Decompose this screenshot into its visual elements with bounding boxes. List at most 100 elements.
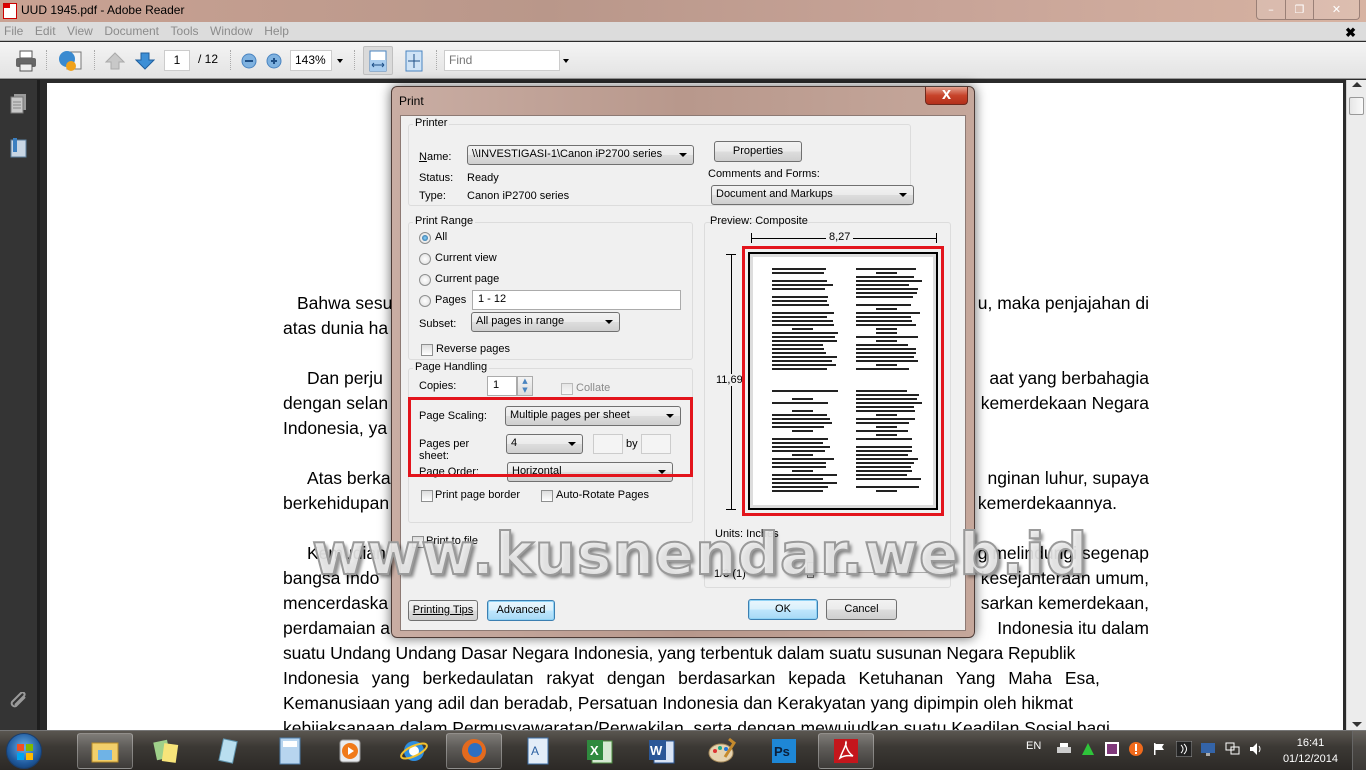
copies-input[interactable]: 1 — [487, 376, 517, 396]
taskbar-word[interactable]: W — [634, 733, 690, 769]
print-page-border-label[interactable]: Print page border — [435, 489, 520, 501]
taskbar-sticky-notes[interactable] — [138, 733, 194, 769]
fit-width-button[interactable] — [363, 46, 393, 75]
taskbar-excel[interactable]: X — [572, 733, 628, 769]
auto-rotate-checkbox[interactable] — [541, 490, 553, 502]
reverse-pages-checkbox[interactable] — [421, 344, 433, 356]
taskbar-publisher[interactable]: A — [510, 733, 566, 769]
preview-text-line — [772, 292, 839, 294]
taskbar-paint[interactable] — [694, 733, 750, 769]
zoom-dropdown-icon[interactable] — [337, 59, 343, 63]
scroll-up-arrow-icon[interactable] — [1352, 82, 1362, 87]
menu-help[interactable]: Help — [260, 22, 293, 38]
pages-range-input[interactable]: 1 - 12 — [472, 290, 681, 310]
collate-checkbox[interactable] — [561, 383, 573, 395]
tray-display-icon[interactable] — [1200, 741, 1216, 760]
preview-text-line — [856, 478, 922, 480]
start-button[interactable] — [6, 733, 42, 769]
menu-window[interactable]: Window — [206, 22, 257, 38]
radio-all[interactable] — [419, 232, 431, 244]
system-clock[interactable]: 16:41 01/12/2014 — [1283, 735, 1338, 767]
taskbar-explorer[interactable] — [77, 733, 133, 769]
ok-button[interactable]: OK — [748, 599, 818, 620]
tray-printer-icon[interactable] — [1056, 742, 1072, 759]
radio-current-page[interactable] — [419, 274, 431, 286]
preview-text-line — [856, 466, 912, 468]
tray-action-center-flag-icon[interactable] — [1152, 742, 1166, 759]
bookmarks-panel-icon[interactable] — [10, 138, 28, 158]
taskbar-adobe-reader[interactable] — [818, 733, 874, 769]
print-to-file-label[interactable]: Print to file — [426, 535, 478, 547]
comments-forms-select[interactable]: Document and Markups — [711, 185, 914, 205]
preview-page-2 — [856, 266, 924, 386]
preview-slider-thumb[interactable] — [807, 562, 814, 578]
subset-select[interactable]: All pages in range — [471, 312, 620, 332]
scroll-thumb[interactable] — [1349, 97, 1364, 115]
zoom-in-button[interactable] — [265, 48, 283, 73]
menu-edit[interactable]: Edit — [31, 22, 60, 38]
print-page-border-checkbox[interactable] — [421, 490, 433, 502]
zoom-out-button[interactable] — [240, 48, 258, 73]
printer-name-select[interactable]: \\INVESTIGASI-1\Canon iP2700 series — [467, 145, 694, 165]
close-document-icon[interactable]: ✖ — [1341, 23, 1360, 41]
tray-alert-icon[interactable] — [1128, 741, 1144, 760]
radio-current-view[interactable] — [419, 253, 431, 265]
tray-onenote-icon[interactable] — [1105, 742, 1119, 759]
tray-volume-icon[interactable] — [1248, 741, 1264, 760]
reverse-pages-label[interactable]: Reverse pages — [436, 343, 510, 355]
taskbar-photoshop[interactable]: Ps — [756, 733, 812, 769]
tray-green-triangle-icon[interactable] — [1081, 742, 1095, 759]
find-input[interactable]: Find — [444, 50, 560, 71]
radio-all-label[interactable]: All — [435, 231, 447, 243]
cancel-button[interactable]: Cancel — [826, 599, 897, 620]
menu-tools[interactable]: Tools — [167, 22, 203, 38]
preview-page-slider[interactable] — [806, 572, 946, 573]
previous-page-button[interactable] — [104, 48, 126, 73]
tray-network-icon[interactable] — [1224, 741, 1240, 760]
preview-text-line — [856, 430, 908, 432]
preview-text-line — [856, 312, 921, 314]
radio-pages[interactable] — [419, 295, 431, 307]
pages-panel-icon[interactable] — [10, 94, 28, 114]
radio-current-page-label[interactable]: Current page — [435, 273, 499, 285]
auto-rotate-label[interactable]: Auto-Rotate Pages — [556, 489, 649, 501]
preview-text-line — [772, 300, 828, 302]
menu-file[interactable]: File — [0, 22, 27, 38]
taskbar-internet-explorer[interactable] — [386, 733, 442, 769]
print-to-file-checkbox[interactable] — [412, 536, 424, 548]
advanced-button[interactable]: Advanced — [487, 600, 555, 621]
attachments-paperclip-icon[interactable] — [10, 691, 28, 712]
zoom-level-input[interactable]: 143% — [290, 50, 332, 71]
preview-page-4 — [856, 388, 924, 508]
find-dropdown-icon[interactable] — [563, 59, 569, 63]
preview-text-line — [772, 402, 828, 404]
language-indicator[interactable]: EN — [1026, 740, 1041, 752]
taskbar-notepad[interactable] — [200, 733, 256, 769]
dialog-close-button[interactable]: X — [925, 87, 968, 105]
radio-pages-label[interactable]: Pages — [435, 294, 466, 306]
copies-spinner[interactable]: ▲ ▼ — [517, 376, 533, 396]
minimize-button[interactable]: – — [1257, 0, 1285, 19]
properties-button[interactable]: Properties — [714, 141, 802, 162]
taskbar-media-player[interactable] — [322, 733, 378, 769]
next-page-button[interactable] — [134, 48, 156, 73]
tray-wireless-icon[interactable] — [1175, 740, 1193, 760]
collaborate-button[interactable] — [55, 48, 85, 73]
menu-view[interactable]: View — [63, 22, 97, 38]
restore-button[interactable]: ❐ — [1285, 0, 1313, 19]
page-number-input[interactable]: 1 — [164, 50, 190, 71]
fit-page-button[interactable] — [402, 48, 426, 73]
show-desktop-button[interactable] — [1352, 731, 1366, 770]
preview-text-line — [856, 438, 912, 440]
vertical-scrollbar[interactable] — [1346, 80, 1366, 730]
menu-document[interactable]: Document — [100, 22, 163, 38]
taskbar-calculator[interactable] — [262, 733, 318, 769]
print-button[interactable] — [12, 48, 40, 73]
taskbar-firefox[interactable] — [446, 733, 502, 769]
radio-current-view-label[interactable]: Current view — [435, 252, 497, 264]
preview-text-line — [772, 474, 838, 476]
close-window-button[interactable]: ✕ — [1313, 0, 1359, 19]
window-title: UUD 1945.pdf - Adobe Reader — [21, 3, 185, 17]
printing-tips-button[interactable]: Printing Tips — [408, 600, 478, 621]
scroll-down-arrow-icon[interactable] — [1352, 722, 1362, 727]
